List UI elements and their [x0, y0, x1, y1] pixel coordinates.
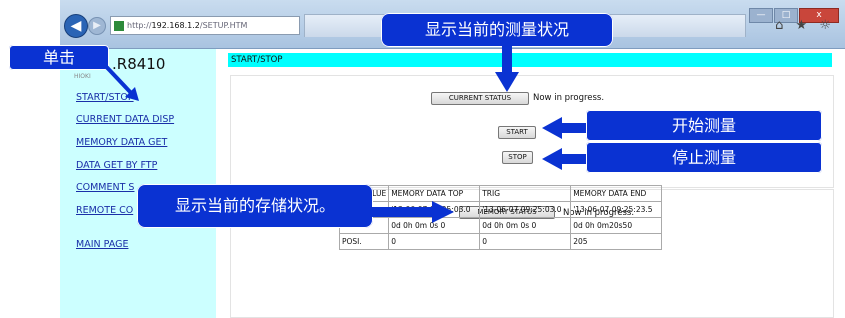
sidebar-link-current-data-disp[interactable]: CURRENT DATA DISP [76, 114, 174, 125]
callout-memory-status: 显示当前的存储状况。 [137, 184, 373, 228]
page-title: START/STOP [228, 53, 832, 67]
table-cell: 0d 0h 0m20s50 [570, 217, 663, 234]
callout-stop-arrow-icon [542, 148, 590, 170]
stop-button[interactable]: STOP [502, 151, 533, 164]
url-host: 192.168.1.2 [151, 21, 200, 30]
model-subtitle: HIOKI [74, 73, 91, 80]
sidebar-link-main-page[interactable]: MAIN PAGE [76, 239, 128, 250]
start-button[interactable]: START [498, 126, 536, 139]
sidebar-link-comment-settings[interactable]: COMMENT S [76, 182, 134, 193]
table-row: POSI. 0 0 205 [338, 233, 663, 250]
page-favicon-icon [114, 20, 124, 31]
current-status-text: Now in progress. [533, 93, 605, 103]
table-cell: 0 [479, 233, 572, 250]
table-header-cell: TRIG [479, 185, 572, 202]
url-path: /SETUP.HTM [199, 21, 248, 30]
callout-stop: 停止测量 [586, 142, 822, 173]
table-cell: POSI. [338, 233, 390, 250]
table-cell: '13-06-07 09:25:03.0 [479, 201, 572, 218]
toolbar-icons[interactable]: ⌂ ★ ☼ [775, 18, 835, 33]
sidebar-link-data-get-by-ftp[interactable]: DATA GET BY FTP [76, 160, 157, 171]
sidebar-link-remote-control[interactable]: REMOTE CO [76, 205, 133, 216]
forward-arrow-icon: ▶ [93, 20, 101, 31]
callout-start: 开始测量 [586, 110, 822, 141]
back-arrow-icon: ◀ [70, 18, 82, 34]
callout-click-arrow-icon [97, 57, 139, 101]
table-header-cell: MEMORY DATA END [570, 185, 663, 202]
callout-current-status-arrow-icon [495, 46, 519, 92]
callout-start-arrow-icon [542, 117, 590, 139]
table-cell: 0 [388, 233, 481, 250]
callout-memory-status-arrow-icon [372, 201, 454, 223]
back-button[interactable]: ◀ [64, 14, 88, 38]
table-cell: '13-06-07 09:25:23.5 [570, 201, 663, 218]
sidebar-link-memory-data-get[interactable]: MEMORY DATA GET [76, 137, 167, 148]
minimize-button[interactable]: — [749, 8, 773, 23]
callout-current-status: 显示当前的测量状况 [381, 13, 613, 47]
address-bar[interactable]: http://192.168.1.2/SETUP.HTM [110, 16, 300, 35]
url-prefix: http:// [127, 21, 152, 30]
forward-button[interactable]: ▶ [88, 17, 106, 35]
callout-click: 单击 [9, 45, 109, 70]
window-controls: — □ x [748, 2, 839, 23]
table-cell: 205 [570, 233, 663, 250]
table-cell: 0d 0h 0m 0s 0 [479, 217, 572, 234]
